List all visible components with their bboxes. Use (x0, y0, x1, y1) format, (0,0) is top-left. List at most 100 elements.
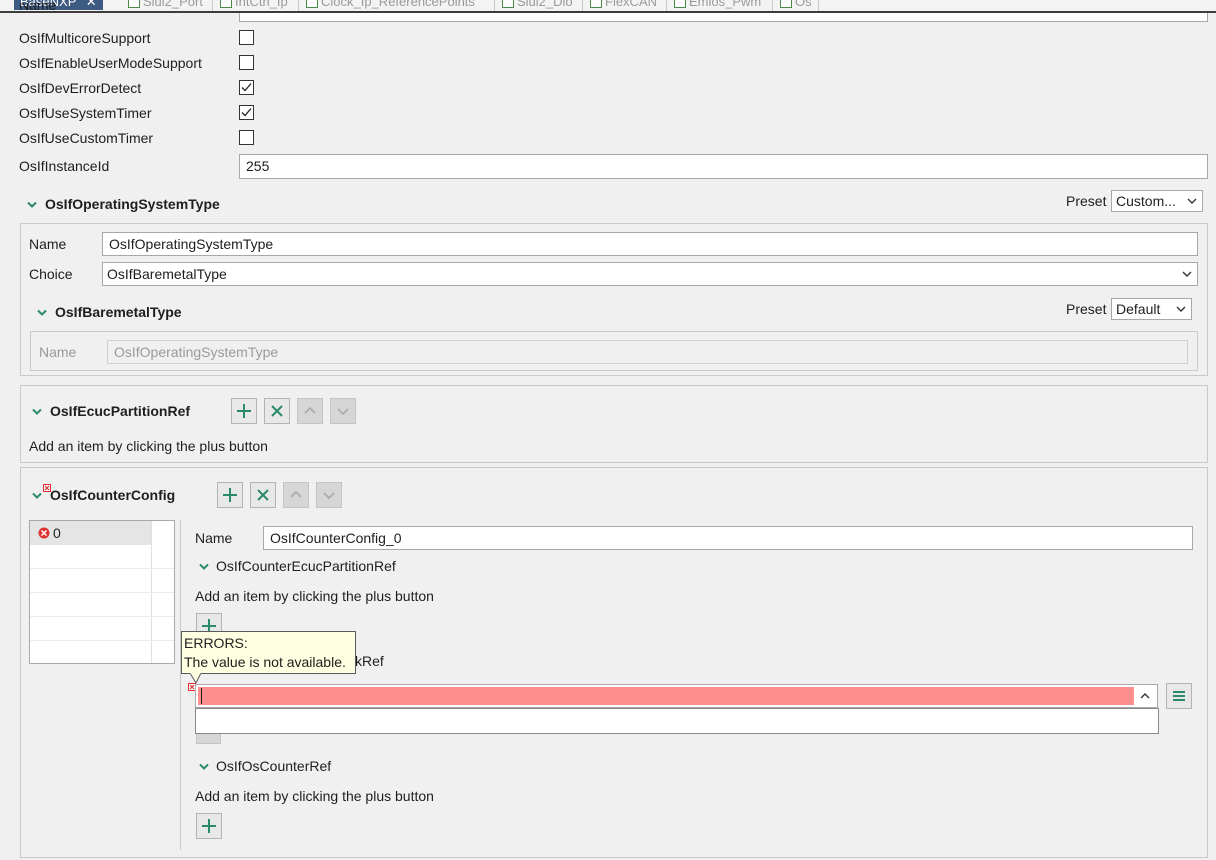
os-counter-ref-title: OsIfOsCounterRef (216, 758, 332, 774)
browse-button[interactable] (1166, 683, 1192, 709)
list-item[interactable]: 0 (30, 521, 151, 545)
os-type-choice-value: OsIfBaremetalType (107, 266, 227, 282)
os-type-choice-label: Choice (29, 266, 73, 282)
osif-use-system-timer-checkbox[interactable] (239, 105, 254, 120)
baremetal-name-input: OsIfOperatingSystemType (107, 340, 1188, 364)
os-type-choice-select[interactable]: OsIfBaremetalType (102, 262, 1198, 286)
os-type-preset-select[interactable]: Custom... (1111, 190, 1203, 212)
tab-os[interactable]: Os (780, 0, 812, 10)
add-button[interactable] (217, 482, 243, 508)
file-icon (590, 0, 602, 8)
chevron-up-icon (304, 406, 316, 414)
counter-ecuc-partition-ref-title: OsIfCounterEcucPartitionRef (216, 558, 396, 574)
tab-clock-ip-referencepoints[interactable]: Clock_Ip_ReferencePoints (306, 0, 475, 10)
chevron-down-icon[interactable] (197, 760, 211, 774)
counter-ecuc-partition-ref-hint: Add an item by clicking the plus button (195, 588, 434, 604)
details-divider (180, 520, 181, 850)
chevron-down-icon[interactable] (30, 405, 44, 419)
file-icon (780, 0, 792, 8)
move-up-button[interactable] (297, 398, 323, 424)
move-up-button[interactable] (283, 482, 309, 508)
chevron-down-icon[interactable] (30, 489, 44, 503)
clock-ref-combo[interactable] (195, 684, 1158, 708)
os-type-section-title: OsIfOperatingSystemType (45, 196, 220, 212)
counter-config-list[interactable]: 0 (29, 520, 175, 664)
general-name-label: Name (19, 3, 57, 13)
osif-use-custom-timer-label: OsIfUseCustomTimer (19, 130, 154, 146)
chevron-down-icon (1187, 198, 1197, 204)
osif-dev-error-detect-checkbox[interactable] (239, 80, 254, 95)
text-cursor (201, 688, 202, 704)
chevron-up-icon (290, 490, 302, 498)
ecuc-partition-hint: Add an item by clicking the plus button (29, 438, 268, 454)
move-down-button[interactable] (316, 482, 342, 508)
chevron-down-icon (337, 408, 349, 416)
baremetal-name-label: Name (39, 344, 77, 360)
osif-use-system-timer-label: OsIfUseSystemTimer (19, 105, 152, 121)
chevron-down-icon (1176, 306, 1186, 312)
editor-tab-strip: BaseNXP ✕ Siul2_Port IntCtrl_Ip Clock_Ip… (0, 0, 1216, 13)
tab-label: Os (795, 0, 812, 9)
chevron-down-icon[interactable] (197, 560, 211, 574)
menu-icon (1173, 691, 1185, 701)
tab-label: Siul2_Port (143, 0, 203, 9)
error-icon (38, 527, 50, 539)
tab-intctrl-ip[interactable]: IntCtrl_Ip (220, 0, 288, 10)
close-icon[interactable]: ✕ (86, 0, 97, 9)
clock-ref-dropdown-list[interactable] (195, 708, 1159, 734)
os-counter-ref-hint: Add an item by clicking the plus button (195, 788, 434, 804)
tab-emios-pwm[interactable]: Emios_Pwm (674, 0, 761, 10)
hidden-button-edge (196, 734, 221, 744)
chevron-down-icon[interactable] (25, 198, 39, 212)
file-icon (128, 0, 140, 8)
plus-icon (202, 819, 216, 833)
chevron-down-icon[interactable] (35, 306, 49, 320)
plus-icon (237, 404, 251, 418)
delete-icon (257, 489, 269, 501)
osif-instance-id-label: OsIfInstanceId (19, 158, 110, 174)
osif-instance-id-input[interactable]: 255 (239, 154, 1208, 179)
tab-label: Clock_Ip_ReferencePoints (321, 0, 475, 9)
tab-label: Emios_Pwm (689, 0, 762, 9)
tab-siul2-port[interactable]: Siul2_Port (128, 0, 203, 10)
error-tooltip: ERRORS: The value is not available. (181, 631, 356, 674)
os-type-preset-value: Custom... (1116, 193, 1176, 209)
add-button[interactable] (231, 398, 257, 424)
ecuc-partition-title: OsIfEcucPartitionRef (50, 403, 191, 419)
checkmark-icon (241, 108, 252, 117)
osif-enable-user-mode-support-label: OsIfEnableUserModeSupport (19, 55, 202, 71)
baremetal-preset-label: Preset (1066, 301, 1107, 317)
file-icon (306, 0, 318, 8)
chevron-down-icon (1182, 271, 1192, 277)
baremetal-section-title: OsIfBaremetalType (55, 304, 182, 320)
tab-label: FlexCAN (605, 0, 658, 9)
remove-button[interactable] (264, 398, 290, 424)
add-button[interactable] (196, 813, 222, 839)
remove-button[interactable] (250, 482, 276, 508)
tooltip-title: ERRORS: (184, 635, 248, 651)
tab-siul2-dio[interactable]: Siul2_Dio (502, 0, 573, 10)
os-type-name-input[interactable]: OsIfOperatingSystemType (102, 232, 1198, 256)
tooltip-pointer (189, 673, 202, 685)
chevron-down-icon (323, 492, 335, 500)
tooltip-message: The value is not available. (184, 654, 346, 670)
osif-use-custom-timer-checkbox[interactable] (239, 130, 254, 145)
counter-config-title: OsIfCounterConfig (50, 487, 176, 503)
tab-label: IntCtrl_Ip (235, 0, 288, 9)
list-item-label: 0 (53, 525, 61, 541)
tab-flexcan[interactable]: FlexCAN (590, 0, 657, 10)
move-down-button[interactable] (330, 398, 356, 424)
osif-multicore-support-checkbox[interactable] (239, 30, 254, 45)
delete-icon (271, 405, 283, 417)
clock-ref-input[interactable] (198, 687, 1134, 705)
os-type-name-label: Name (29, 236, 67, 252)
osif-dev-error-detect-label: OsIfDevErrorDetect (19, 80, 142, 96)
osif-enable-user-mode-support-checkbox[interactable] (239, 55, 254, 70)
chevron-up-icon[interactable] (1139, 689, 1151, 703)
counter-name-input[interactable]: OsIfCounterConfig_0 (263, 526, 1193, 550)
baremetal-preset-select[interactable]: Default (1111, 298, 1192, 320)
plus-icon (223, 488, 237, 502)
osif-multicore-support-label: OsIfMulticoreSupport (19, 30, 151, 46)
checkmark-icon (241, 83, 252, 92)
file-icon (502, 0, 514, 8)
